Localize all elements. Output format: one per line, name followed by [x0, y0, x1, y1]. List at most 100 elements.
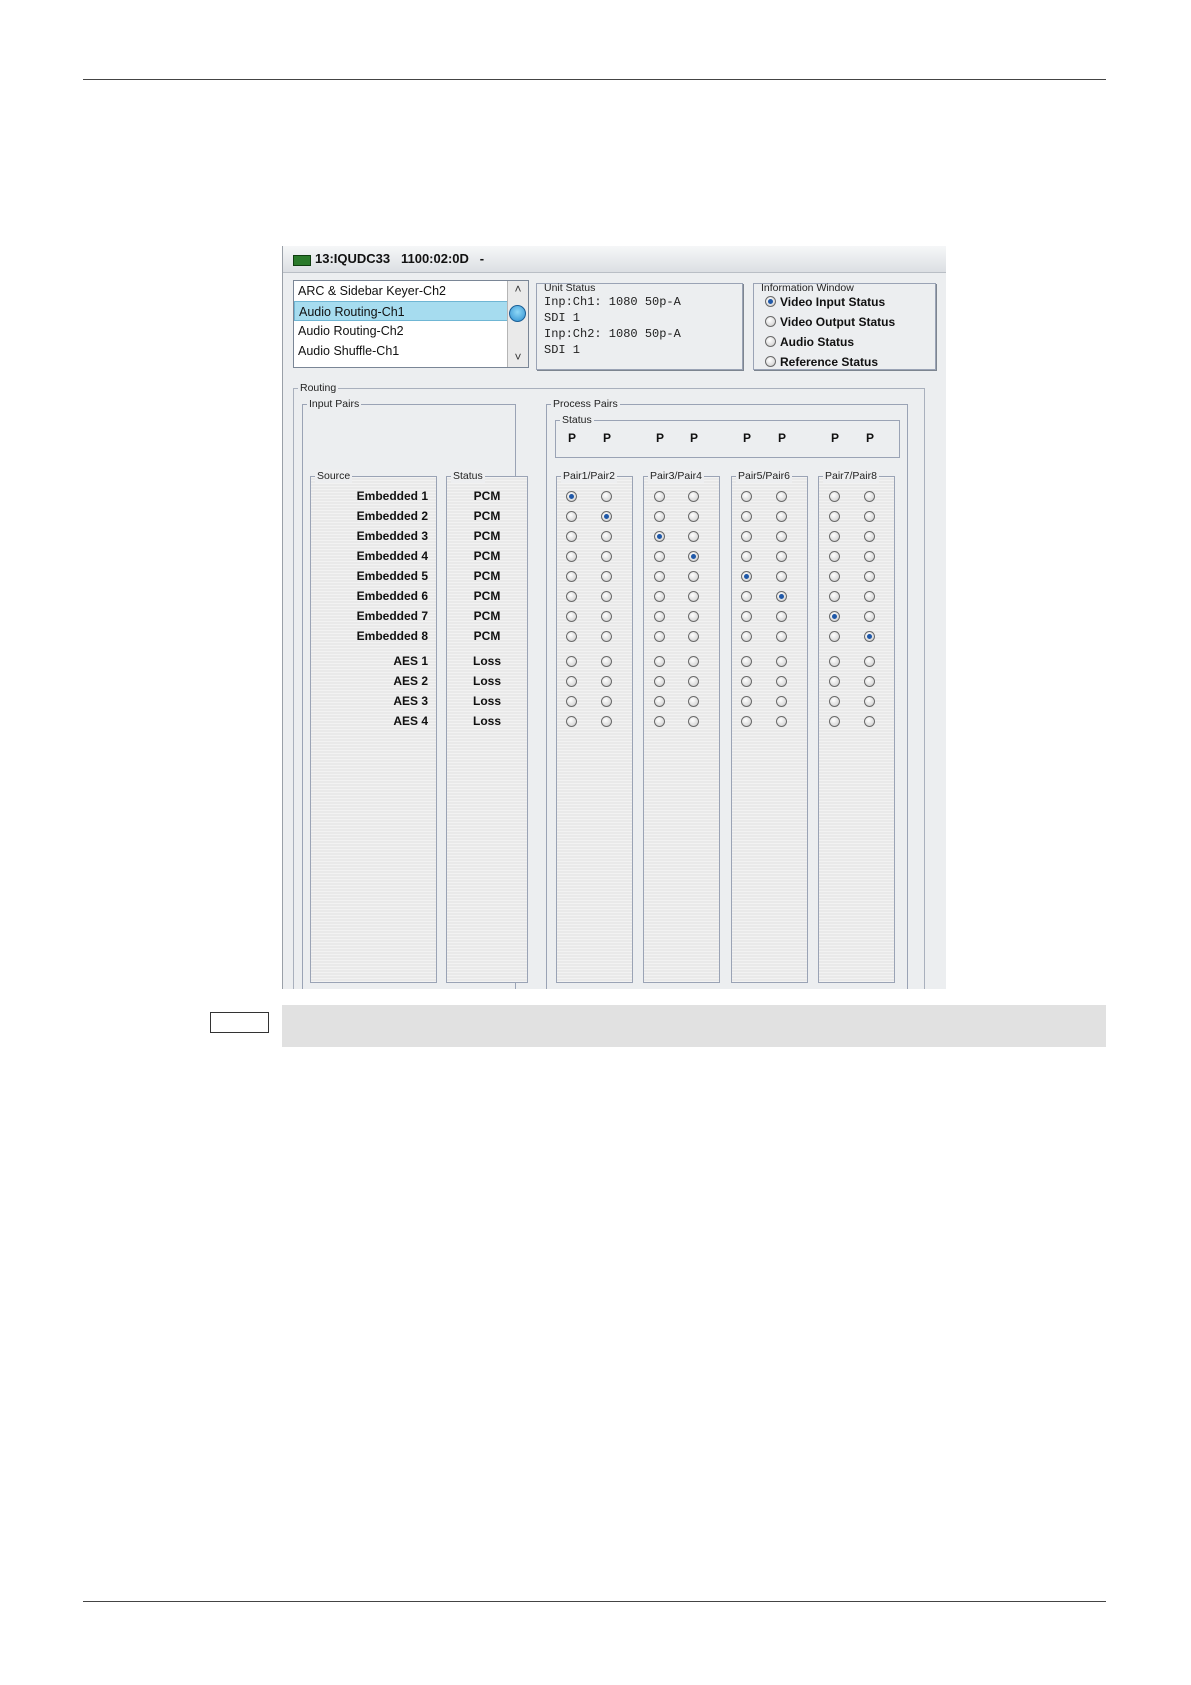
- routing-radio[interactable]: [688, 716, 699, 727]
- routing-radio[interactable]: [654, 531, 665, 542]
- routing-radio[interactable]: [601, 551, 612, 562]
- routing-radio[interactable]: [741, 511, 752, 522]
- routing-radio[interactable]: [688, 531, 699, 542]
- routing-radio[interactable]: [688, 676, 699, 687]
- routing-radio[interactable]: [741, 491, 752, 502]
- routing-radio[interactable]: [829, 631, 840, 642]
- routing-radio[interactable]: [688, 551, 699, 562]
- routing-radio[interactable]: [566, 676, 577, 687]
- menu-list-item[interactable]: Audio Routing-Ch1: [294, 301, 508, 321]
- routing-radio[interactable]: [566, 571, 577, 582]
- routing-radio[interactable]: [829, 716, 840, 727]
- routing-radio[interactable]: [741, 591, 752, 602]
- menu-list-item[interactable]: Audio Routing-Ch2: [294, 321, 508, 341]
- routing-radio[interactable]: [688, 656, 699, 667]
- routing-radio[interactable]: [566, 631, 577, 642]
- routing-radio[interactable]: [601, 631, 612, 642]
- routing-radio[interactable]: [864, 531, 875, 542]
- scroll-thumb[interactable]: [509, 305, 526, 322]
- routing-radio[interactable]: [566, 656, 577, 667]
- routing-radio[interactable]: [654, 631, 665, 642]
- routing-radio[interactable]: [776, 656, 787, 667]
- radio-icon[interactable]: [765, 296, 776, 308]
- routing-radio[interactable]: [601, 676, 612, 687]
- routing-radio[interactable]: [776, 511, 787, 522]
- routing-radio[interactable]: [829, 696, 840, 707]
- routing-radio[interactable]: [776, 696, 787, 707]
- routing-radio[interactable]: [776, 676, 787, 687]
- routing-radio[interactable]: [864, 631, 875, 642]
- routing-radio[interactable]: [829, 676, 840, 687]
- routing-radio[interactable]: [776, 571, 787, 582]
- routing-radio[interactable]: [776, 591, 787, 602]
- routing-radio[interactable]: [688, 571, 699, 582]
- routing-radio[interactable]: [601, 611, 612, 622]
- routing-radio[interactable]: [654, 656, 665, 667]
- routing-radio[interactable]: [654, 716, 665, 727]
- routing-radio[interactable]: [654, 696, 665, 707]
- routing-radio[interactable]: [741, 531, 752, 542]
- routing-radio[interactable]: [741, 676, 752, 687]
- info-option[interactable]: Video Input Status: [765, 293, 885, 311]
- routing-radio[interactable]: [864, 591, 875, 602]
- routing-radio[interactable]: [601, 571, 612, 582]
- info-option[interactable]: Video Output Status: [765, 313, 895, 331]
- routing-radio[interactable]: [829, 531, 840, 542]
- routing-radio[interactable]: [741, 716, 752, 727]
- routing-radio[interactable]: [654, 551, 665, 562]
- routing-radio[interactable]: [864, 551, 875, 562]
- routing-radio[interactable]: [654, 591, 665, 602]
- routing-radio[interactable]: [654, 511, 665, 522]
- scroll-up-arrow-icon[interactable]: ˄: [511, 281, 525, 297]
- routing-radio[interactable]: [864, 511, 875, 522]
- routing-radio[interactable]: [601, 591, 612, 602]
- routing-radio[interactable]: [566, 716, 577, 727]
- routing-radio[interactable]: [864, 676, 875, 687]
- radio-icon[interactable]: [765, 316, 776, 328]
- routing-radio[interactable]: [741, 611, 752, 622]
- routing-radio[interactable]: [566, 511, 577, 522]
- routing-radio[interactable]: [601, 531, 612, 542]
- routing-radio[interactable]: [776, 551, 787, 562]
- routing-radio[interactable]: [776, 716, 787, 727]
- routing-radio[interactable]: [654, 491, 665, 502]
- routing-radio[interactable]: [864, 716, 875, 727]
- routing-radio[interactable]: [741, 631, 752, 642]
- routing-radio[interactable]: [864, 571, 875, 582]
- routing-radio[interactable]: [601, 511, 612, 522]
- scroll-down-arrow-icon[interactable]: ˅: [511, 349, 525, 365]
- routing-radio[interactable]: [601, 696, 612, 707]
- routing-radio[interactable]: [864, 696, 875, 707]
- routing-radio[interactable]: [566, 531, 577, 542]
- info-option[interactable]: Audio Status: [765, 333, 854, 351]
- routing-radio[interactable]: [566, 591, 577, 602]
- routing-radio[interactable]: [688, 491, 699, 502]
- routing-radio[interactable]: [654, 571, 665, 582]
- menu-listbox[interactable]: ARC & Sidebar Keyer-Ch2 Audio Routing-Ch1…: [293, 280, 529, 368]
- routing-radio[interactable]: [829, 656, 840, 667]
- routing-radio[interactable]: [829, 591, 840, 602]
- routing-radio[interactable]: [829, 511, 840, 522]
- routing-radio[interactable]: [654, 676, 665, 687]
- menu-list-item[interactable]: ARC & Sidebar Keyer-Ch2: [294, 281, 508, 301]
- routing-radio[interactable]: [688, 511, 699, 522]
- routing-radio[interactable]: [776, 531, 787, 542]
- routing-radio[interactable]: [566, 491, 577, 502]
- routing-radio[interactable]: [776, 491, 787, 502]
- routing-radio[interactable]: [688, 611, 699, 622]
- routing-radio[interactable]: [829, 491, 840, 502]
- routing-radio[interactable]: [654, 611, 665, 622]
- routing-radio[interactable]: [741, 696, 752, 707]
- radio-icon[interactable]: [765, 336, 776, 348]
- routing-radio[interactable]: [688, 631, 699, 642]
- routing-radio[interactable]: [566, 611, 577, 622]
- routing-radio[interactable]: [741, 656, 752, 667]
- menu-list-item[interactable]: Audio Shuffle-Ch1: [294, 341, 508, 361]
- routing-radio[interactable]: [566, 696, 577, 707]
- routing-radio[interactable]: [601, 491, 612, 502]
- radio-icon[interactable]: [765, 356, 776, 368]
- routing-radio[interactable]: [829, 551, 840, 562]
- routing-radio[interactable]: [741, 571, 752, 582]
- routing-radio[interactable]: [688, 591, 699, 602]
- routing-radio[interactable]: [688, 696, 699, 707]
